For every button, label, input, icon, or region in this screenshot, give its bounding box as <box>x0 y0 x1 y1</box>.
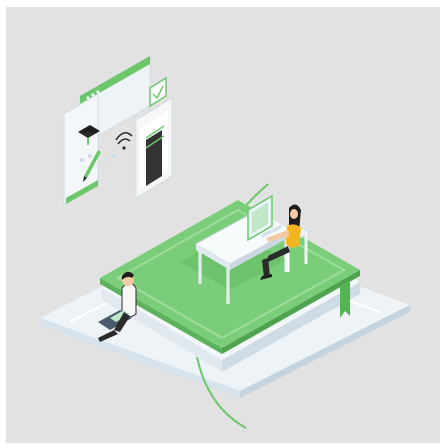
checkbox-icon <box>149 76 167 108</box>
online-learning-illustration <box>40 55 410 429</box>
document-icon <box>135 97 173 199</box>
wifi-signal-icon <box>115 132 133 150</box>
illustration-frame <box>0 0 446 448</box>
ui-panel-icon <box>63 93 99 205</box>
floating-ui-panels <box>63 55 173 205</box>
